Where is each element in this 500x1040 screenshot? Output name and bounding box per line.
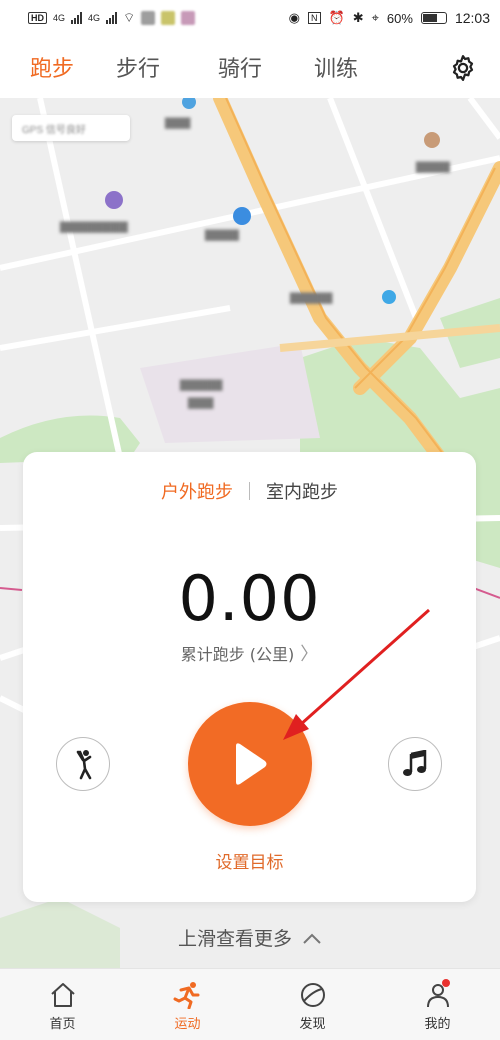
nav-discover[interactable]: 发现: [250, 969, 375, 1040]
nav-home[interactable]: 首页: [0, 969, 125, 1040]
tab-cycling[interactable]: 骑行: [210, 41, 270, 93]
network-4g-label: 4G: [53, 13, 66, 23]
signal-icon-2: [106, 12, 118, 24]
tab-running[interactable]: 跑步: [19, 41, 95, 101]
total-distance-value: 0.00: [178, 562, 321, 635]
map-poi-label: ▇▇▇▇▇: [180, 378, 223, 391]
nav-home-label: 首页: [49, 1017, 76, 1032]
nav-discover-label: 发现: [299, 1017, 326, 1032]
start-run-button[interactable]: [188, 702, 312, 826]
nav-profile-label: 我的: [424, 1017, 451, 1032]
notification-dot: [442, 979, 450, 987]
wifi-icon: ⌔: [123, 10, 136, 25]
sport-type-tabs: 跑步 步行 骑行 训练: [0, 36, 500, 101]
home-icon: [50, 983, 75, 1007]
mode-outdoor-run[interactable]: 户外跑步: [161, 478, 233, 504]
network-4g-label-2: 4G: [88, 13, 101, 23]
nav-sport[interactable]: 运动: [125, 969, 250, 1040]
bottom-nav: 首页 运动 发现 我的: [0, 968, 500, 1040]
warmup-button[interactable]: [56, 737, 110, 791]
app-notification-icon: [181, 11, 196, 25]
clock: 12:03: [454, 10, 490, 26]
running-icon: [173, 982, 199, 1009]
mode-indoor-run[interactable]: 室内跑步: [266, 478, 338, 504]
gps-signal-badge: GPS 信号良好: [12, 115, 130, 141]
chevron-right-icon: 〉: [300, 644, 319, 665]
eye-comfort-icon: ◉: [288, 10, 300, 25]
set-goal-button[interactable]: 设置目标: [23, 848, 476, 873]
total-distance-label: 累计跑步 (公里): [180, 645, 295, 664]
map-poi-label: ▇▇▇▇: [205, 228, 239, 241]
music-button[interactable]: [388, 737, 442, 791]
map-poi-label: ▇▇▇▇: [416, 160, 450, 173]
battery-icon: [420, 12, 447, 24]
discover-icon: [300, 983, 325, 1007]
chevron-up-icon: [303, 933, 321, 944]
run-start-card: 户外跑步 室内跑步 0.00 累计跑步 (公里) 〉 设置目标: [23, 452, 476, 902]
stretching-icon: [76, 750, 92, 780]
music-note-icon: [403, 750, 427, 776]
app-notification-icon: [141, 11, 156, 25]
signal-icon: [71, 12, 83, 24]
mode-divider: [249, 482, 250, 500]
battery-percent: 60%: [386, 10, 413, 26]
nfc-icon: N: [308, 12, 321, 24]
alarm-icon: ⏰: [328, 10, 345, 25]
nav-profile[interactable]: 我的: [375, 969, 500, 1040]
nav-sport-label: 运动: [174, 1017, 201, 1032]
swipe-up-hint[interactable]: 上滑查看更多: [0, 924, 500, 951]
map-poi-label: ▇▇▇: [188, 396, 214, 409]
tab-training[interactable]: 训练: [306, 41, 366, 93]
map-poi-label: ▇▇▇: [165, 116, 191, 129]
bluetooth-icon: ✱: [352, 10, 364, 25]
map-poi-label: ▇▇▇▇▇: [290, 291, 333, 304]
swipe-up-label: 上滑查看更多: [177, 928, 292, 950]
map-poi-label: ▇▇▇▇▇▇▇▇: [60, 220, 128, 233]
app-notification-icon: [161, 11, 176, 25]
status-bar: HD 4G 4G ⌔ ◉ N ⏰ ✱ ⌖ 60% 12:03: [0, 0, 500, 36]
gear-icon[interactable]: [448, 53, 478, 83]
play-icon: [236, 743, 267, 785]
tab-walking[interactable]: 步行: [108, 41, 168, 93]
hd-indicator: HD: [28, 12, 47, 24]
run-mode-switch: 户外跑步 室内跑步: [23, 478, 476, 504]
total-distance-link[interactable]: 累计跑步 (公里) 〉: [23, 640, 476, 666]
location-icon: ⌖: [371, 10, 379, 25]
